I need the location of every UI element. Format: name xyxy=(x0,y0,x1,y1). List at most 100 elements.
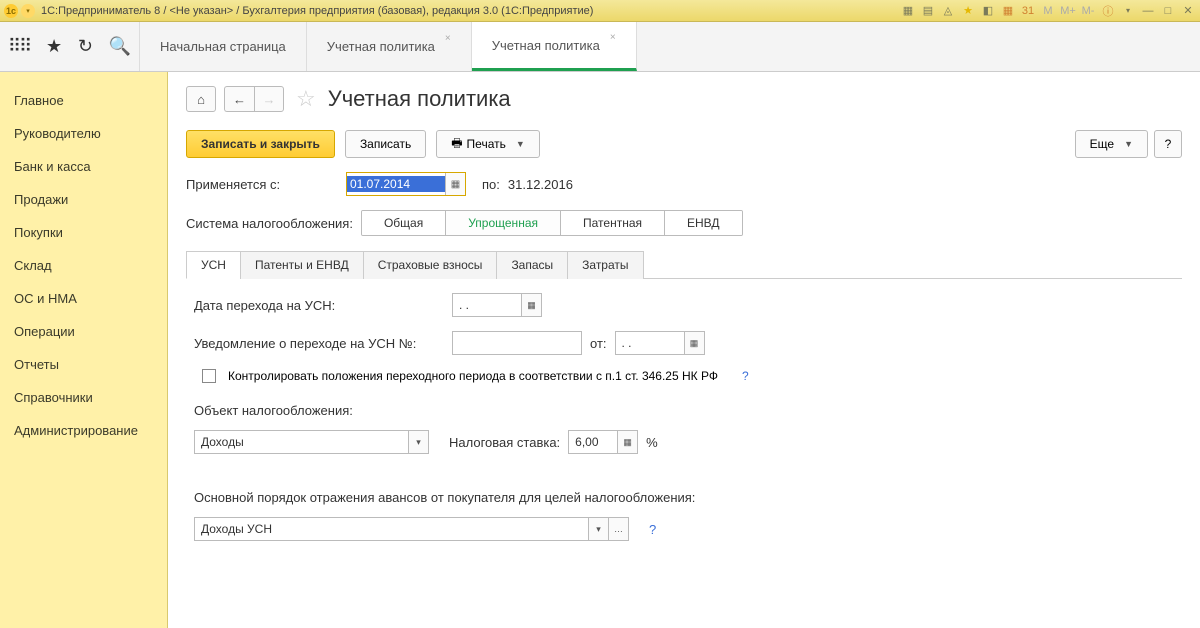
dropdown-icon[interactable]: ▾ xyxy=(589,517,609,541)
apps-icon[interactable]: ⠿⠿ xyxy=(8,36,30,57)
object-label: Объект налогообложения: xyxy=(194,403,1182,418)
applies-from-label: Применяется с: xyxy=(186,177,338,192)
calendar-icon[interactable]: ▦ xyxy=(685,331,705,355)
inner-tab-usn[interactable]: УСН xyxy=(186,251,241,279)
applies-from-value[interactable]: 01.07.2014 xyxy=(347,176,445,192)
tax-system-label: Система налогообложения: xyxy=(186,216,353,231)
app-menu-icon[interactable]: ▾ xyxy=(21,4,35,18)
m-plus-icon[interactable]: M+ xyxy=(1060,3,1076,19)
page-title: Учетная политика xyxy=(328,86,511,112)
seg-simplified[interactable]: Упрощенная xyxy=(446,211,561,235)
tab-label: Учетная политика xyxy=(492,38,600,53)
control-checkbox[interactable] xyxy=(202,369,216,383)
sidebar-item-admin[interactable]: Администрирование xyxy=(0,414,167,447)
tab-close-icon[interactable]: × xyxy=(610,32,616,43)
titlebar-icon-2[interactable]: ▤ xyxy=(920,3,936,19)
info-dropdown-icon[interactable]: ▾ xyxy=(1120,3,1136,19)
history-icon[interactable]: ↻ xyxy=(78,36,93,57)
advance-select[interactable]: Доходы УСН xyxy=(194,517,589,541)
transition-date-input[interactable]: . . xyxy=(452,293,522,317)
tax-system-row: Система налогообложения: Общая Упрощенна… xyxy=(186,210,1182,236)
rate-label: Налоговая ставка: xyxy=(449,435,560,450)
tab-policy-2[interactable]: Учетная политика × xyxy=(472,22,637,71)
titlebar-right-icons: ▦ ▤ ◬ ★ ◧ ▦ 31 M M+ M- ⓘ ▾ — □ ✕ xyxy=(900,3,1196,19)
tab-policy-1[interactable]: Учетная политика × xyxy=(307,22,472,71)
toolbar-buttons: ⠿⠿ ★ ↻ 🔍 xyxy=(0,22,140,71)
sidebar-item-directories[interactable]: Справочники xyxy=(0,381,167,414)
titlebar: 1c ▾ 1С:Предприниматель 8 / <Не указан> … xyxy=(0,0,1200,22)
print-button[interactable]: 🖶 Печать ▼ xyxy=(436,130,540,158)
object-select[interactable]: Доходы xyxy=(194,430,409,454)
usn-form: Дата перехода на УСН: . . ▦ Уведомление … xyxy=(186,293,1182,541)
tab-close-icon[interactable]: × xyxy=(445,33,451,44)
close-icon[interactable]: ✕ xyxy=(1180,3,1196,19)
titlebar-icon-5[interactable]: ◧ xyxy=(980,3,996,19)
seg-envd[interactable]: ЕНВД xyxy=(665,211,742,235)
sidebar-item-manager[interactable]: Руководителю xyxy=(0,117,167,150)
star-icon[interactable]: ★ xyxy=(46,36,62,57)
help-link-icon[interactable]: ? xyxy=(742,369,749,383)
titlebar-icon-7[interactable]: 31 xyxy=(1020,3,1036,19)
calendar-icon[interactable]: ▦ xyxy=(445,173,465,195)
calculator-icon[interactable]: ▦ xyxy=(618,430,638,454)
home-button[interactable]: ⌂ xyxy=(186,86,216,112)
inner-tab-costs[interactable]: Затраты xyxy=(567,251,643,279)
sidebar-item-sales[interactable]: Продажи xyxy=(0,183,167,216)
m-icon-1[interactable]: M xyxy=(1040,3,1056,19)
seg-general[interactable]: Общая xyxy=(362,211,446,235)
tab-label: Начальная страница xyxy=(160,39,286,54)
help-link-icon[interactable]: ? xyxy=(649,522,656,537)
tax-system-segmented: Общая Упрощенная Патентная ЕНВД xyxy=(361,210,743,236)
inner-tab-insurance[interactable]: Страховые взносы xyxy=(363,251,498,279)
print-label: Печать xyxy=(467,137,506,151)
inner-tab-stock[interactable]: Запасы xyxy=(496,251,568,279)
sidebar-item-warehouse[interactable]: Склад xyxy=(0,249,167,282)
titlebar-icon-3[interactable]: ◬ xyxy=(940,3,956,19)
notice-date-input[interactable]: . . xyxy=(615,331,685,355)
rate-unit: % xyxy=(646,435,658,450)
inner-tab-patents[interactable]: Патенты и ЕНВД xyxy=(240,251,364,279)
favorite-icon[interactable]: ★ xyxy=(960,3,976,19)
maximize-icon[interactable]: □ xyxy=(1160,3,1176,19)
to-value: 31.12.2016 xyxy=(508,177,573,192)
info-icon[interactable]: ⓘ xyxy=(1100,3,1116,19)
inner-tabs: УСН Патенты и ЕНВД Страховые взносы Запа… xyxy=(186,250,1182,279)
search-icon[interactable]: 🔍 xyxy=(109,36,131,57)
save-close-button[interactable]: Записать и закрыть xyxy=(186,130,335,158)
to-label: по: xyxy=(482,177,500,192)
sidebar-item-reports[interactable]: Отчеты xyxy=(0,348,167,381)
forward-button[interactable]: → xyxy=(254,86,284,112)
save-button[interactable]: Записать xyxy=(345,130,426,158)
control-checkbox-label: Контролировать положения переходного пер… xyxy=(228,369,718,383)
m-minus-icon[interactable]: M- xyxy=(1080,3,1096,19)
seg-patent[interactable]: Патентная xyxy=(561,211,665,235)
sidebar-item-main[interactable]: Главное xyxy=(0,84,167,117)
rate-input[interactable]: 6,00 xyxy=(568,430,618,454)
applies-from-field[interactable]: 01.07.2014 ▦ xyxy=(346,172,466,196)
more-button[interactable]: Еще ▼ xyxy=(1075,130,1148,158)
sidebar-item-purchases[interactable]: Покупки xyxy=(0,216,167,249)
app-icon: 1c xyxy=(4,4,18,18)
action-bar: Записать и закрыть Записать 🖶 Печать ▼ Е… xyxy=(186,130,1182,158)
calendar-icon[interactable]: ▦ xyxy=(522,293,542,317)
sidebar-item-bank[interactable]: Банк и касса xyxy=(0,150,167,183)
printer-icon: 🖶 xyxy=(451,134,462,155)
titlebar-icon-1[interactable]: ▦ xyxy=(900,3,916,19)
open-icon[interactable]: … xyxy=(609,517,629,541)
minimize-icon[interactable]: — xyxy=(1140,3,1156,19)
notice-number-input[interactable] xyxy=(452,331,582,355)
tab-home[interactable]: Начальная страница xyxy=(140,22,307,71)
sidebar-item-assets[interactable]: ОС и НМА xyxy=(0,282,167,315)
advance-label: Основной порядок отражения авансов от по… xyxy=(194,490,1182,505)
caret-down-icon: ▼ xyxy=(516,139,525,149)
calendar-icon[interactable]: ▦ xyxy=(1000,3,1016,19)
sidebar-item-operations[interactable]: Операции xyxy=(0,315,167,348)
caret-down-icon: ▼ xyxy=(1124,139,1133,149)
content-area: ⌂ ← → ☆ Учетная политика Записать и закр… xyxy=(168,72,1200,628)
favorite-page-icon[interactable]: ☆ xyxy=(296,86,316,112)
help-button[interactable]: ? xyxy=(1154,130,1182,158)
dropdown-icon[interactable]: ▾ xyxy=(409,430,429,454)
back-button[interactable]: ← xyxy=(224,86,254,112)
content-header: ⌂ ← → ☆ Учетная политика xyxy=(186,86,1182,112)
more-label: Еще xyxy=(1090,137,1114,151)
